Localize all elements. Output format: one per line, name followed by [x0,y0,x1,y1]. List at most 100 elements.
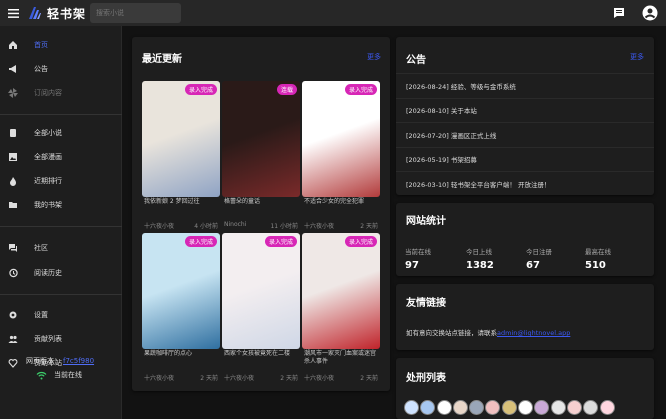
sidebar-item-label: 公告 [34,65,48,73]
status-badge: 录入完成 [344,84,377,95]
fire-icon [7,175,19,187]
sidebar-item-label: 阅读历史 [34,269,62,277]
sidebar-item-ranking[interactable]: 近期排行 [0,169,122,193]
online-status: 当前在线 [36,370,82,380]
friends-description: 如有意向交换站点链接，请联系 [406,329,497,337]
menu-button[interactable] [0,0,26,26]
sidebar-item-label: 近期排行 [34,177,62,185]
book-title[interactable]: 潮风市一家灭门血案或迷宫杀人事件 [304,350,378,366]
book-card[interactable]: 录入完成果蔬咖啡厅的点心 十六夜小夜 2 天前 [142,233,220,382]
book-cover[interactable] [302,81,380,197]
heart-icon [7,357,19,369]
book-card[interactable]: 录入完成 西家个女孩被竟死在二楼 十六夜小夜 2 天前 [222,233,300,382]
logo-icon[interactable] [28,6,42,20]
avatar[interactable] [550,400,566,415]
friends-email-link[interactable]: admin@lightnovel.app [497,329,570,337]
notice-item[interactable]: [2026-05-19] 书架招募 [396,146,654,171]
book-time: 11 小时前 [270,223,298,230]
avatar[interactable] [436,400,452,415]
book-cover[interactable] [222,233,300,349]
search-input[interactable] [90,3,181,23]
book-author[interactable]: 十六夜小夜 [144,373,174,382]
avatar[interactable] [599,400,615,415]
book-card[interactable]: 录入完成 我依新娘 2 梦回过往 十六夜小夜 4 小时前 [142,81,220,230]
book-cover[interactable] [142,233,220,349]
book-author[interactable]: Ninochi [224,221,246,230]
book-meta: 十六夜小夜 2 天前 [144,373,218,382]
sidebar-item-label: 首页 [34,41,48,49]
friends-text: 如有意向交换站点链接，请联系admin@lightnovel.app [406,327,570,337]
sidebar-item-home[interactable]: 首页 [0,33,122,57]
stat-label: 今日上线 [466,248,492,256]
sidebar-item-contributors[interactable]: 贡献列表 [0,327,122,351]
stat-label: 最高在线 [585,248,611,256]
notice-item[interactable]: [2026-07-20] 漫画区正式上线 [396,122,654,146]
book-title[interactable]: 西家个女孩被竟死在二楼 [224,350,298,358]
sidebar-item-subscriptions[interactable]: 订阅内容 [0,81,122,105]
sidebar-item-settings[interactable]: 设置 [0,303,122,327]
notice-item[interactable]: [2026-08-24] 经验、等级与金币系统 [396,73,654,97]
book-author[interactable]: 十六夜小夜 [304,373,334,382]
version-link[interactable]: f7c5f980 [63,357,94,365]
message-icon[interactable] [612,6,626,20]
book-card[interactable]: 录入完成 不适合少女的完全犯罪 十六夜小夜 2 天前 [302,81,380,230]
book-card[interactable]: 录入完成潮风市一家灭门血案或迷宫杀人事件十六夜小夜 2 天前 [302,233,380,382]
sidebar-item-community[interactable]: 社区 [0,236,122,260]
stat-label: 今日注册 [526,248,552,256]
group-icon [7,333,19,345]
stat-online: 当前在线 97 [405,246,431,271]
sidebar-item-all-comics[interactable]: 全部漫画 [0,145,122,169]
sidebar-item-history[interactable]: 阅读历史 [0,261,122,285]
book-cover[interactable] [302,233,380,349]
stat-value: 97 [405,260,419,271]
divider [0,226,122,227]
book-cover[interactable] [142,81,220,197]
book-cover[interactable] [222,81,300,197]
brand-title[interactable]: 轻书架 [47,5,86,22]
pinwheel-icon [7,87,19,99]
book-card[interactable]: 连载 格蕾朵的童话 Ninochi 11 小时前 [222,81,300,230]
avatar[interactable] [566,400,582,415]
notice-more-link[interactable]: 更多 [630,52,644,62]
stat-value: 1382 [466,260,494,271]
sidebar-item-all-novels[interactable]: 全部小说 [0,121,122,145]
status-badge: 录入完成 [344,236,377,247]
avatar[interactable] [534,400,550,415]
avatar[interactable] [452,400,468,415]
stat-value: 510 [585,260,606,271]
book-title[interactable]: 格蕾朵的童话 [224,198,298,206]
avatar[interactable] [420,400,436,415]
notice-item[interactable]: [2026-03-10] 轻书架全平台客户端！ 开放注册！ [396,171,654,195]
account-icon[interactable] [642,5,658,21]
status-badge: 录入完成 [184,236,217,247]
avatar[interactable] [501,400,517,415]
book-title[interactable]: 不适合少女的完全犯罪 [304,198,378,206]
avatar[interactable] [469,400,485,415]
avatar[interactable] [518,400,534,415]
book-author[interactable]: 十六夜小夜 [304,221,334,230]
online-label: 当前在线 [54,371,82,379]
recent-more-link[interactable]: 更多 [367,52,381,62]
sidebar-item-label: 社区 [34,244,48,252]
stat-today-registered: 今日注册 67 [526,246,552,271]
notice-item[interactable]: [2026-08-10] 关于本站 [396,97,654,122]
book-title[interactable]: 我依新娘 2 梦回过往 [144,198,218,206]
avatar[interactable] [485,400,501,415]
menu-icon [7,8,19,18]
punish-title: 处刑列表 [406,373,446,384]
book-icon [7,127,19,139]
book-time: 2 天前 [360,375,378,382]
version-label: 网页版本： [26,357,61,365]
home-icon [7,39,19,51]
divider [0,294,122,295]
sidebar-item-my-bookshelf[interactable]: 我的书架 [0,193,122,217]
book-title[interactable]: 果蔬咖啡厅的点心 [144,350,218,358]
divider [0,114,122,115]
avatar[interactable] [404,400,419,415]
sidebar-item-label: 设置 [34,311,48,319]
avatar[interactable] [583,400,599,415]
book-author[interactable]: 十六夜小夜 [144,221,174,230]
book-author[interactable]: 十六夜小夜 [224,373,254,382]
sidebar-item-announcements[interactable]: 公告 [0,57,122,81]
book-time: 4 小时前 [194,223,218,230]
